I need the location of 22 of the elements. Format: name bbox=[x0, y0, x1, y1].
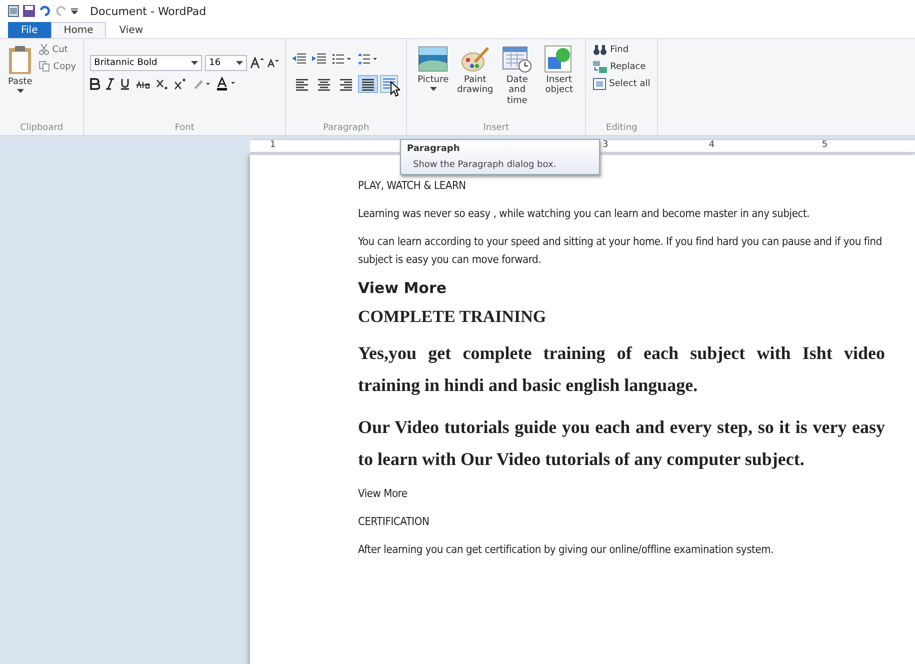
group-label: Editing bbox=[605, 123, 638, 133]
document-paragraph: After learning you can get certification by giving our online/offline examination system. bbox=[358, 542, 774, 558]
document-heading: View More bbox=[358, 279, 448, 297]
ruler-number: 5 bbox=[822, 140, 828, 150]
document-paragraph: CERTIFICATION bbox=[358, 514, 430, 530]
document-paragraph: PLAY, WATCH & LEARN bbox=[358, 178, 467, 194]
group-label: Insert bbox=[482, 123, 510, 133]
ruler-number: 1 bbox=[270, 140, 276, 150]
ruler-number: 4 bbox=[708, 140, 715, 150]
document-paragraph: Yes,you get complete training of each subject with Isht video training in hindi and basic english language. bbox=[358, 342, 885, 397]
document-paragraph: Learning was never so easy , while watching you can learn and become master in any subject. bbox=[358, 206, 811, 222]
group-label: Clipboard bbox=[19, 123, 64, 133]
group-label: Paragraph bbox=[322, 123, 370, 133]
group-label: Font bbox=[174, 123, 196, 133]
tooltip-title: Paragraph bbox=[407, 144, 461, 154]
document-paragraph: You can learn according to your speed and sitting at your home. If you find hard you can pause and if you find subject is easy you can move forward. bbox=[358, 234, 883, 268]
document-paragraph: View More bbox=[358, 486, 408, 502]
document-paragraph: Our Video tutorials guide you each and every step, so it is very easy to learn with Our Video tutorials of any computer subject. bbox=[358, 416, 885, 471]
window-title: Document - WordPad bbox=[90, 4, 206, 18]
document-heading: COMPLETE TRAINING bbox=[358, 307, 548, 327]
tooltip-text: Show the Paragraph dialog box. bbox=[412, 160, 558, 170]
ruler-number: 3 bbox=[602, 140, 608, 150]
